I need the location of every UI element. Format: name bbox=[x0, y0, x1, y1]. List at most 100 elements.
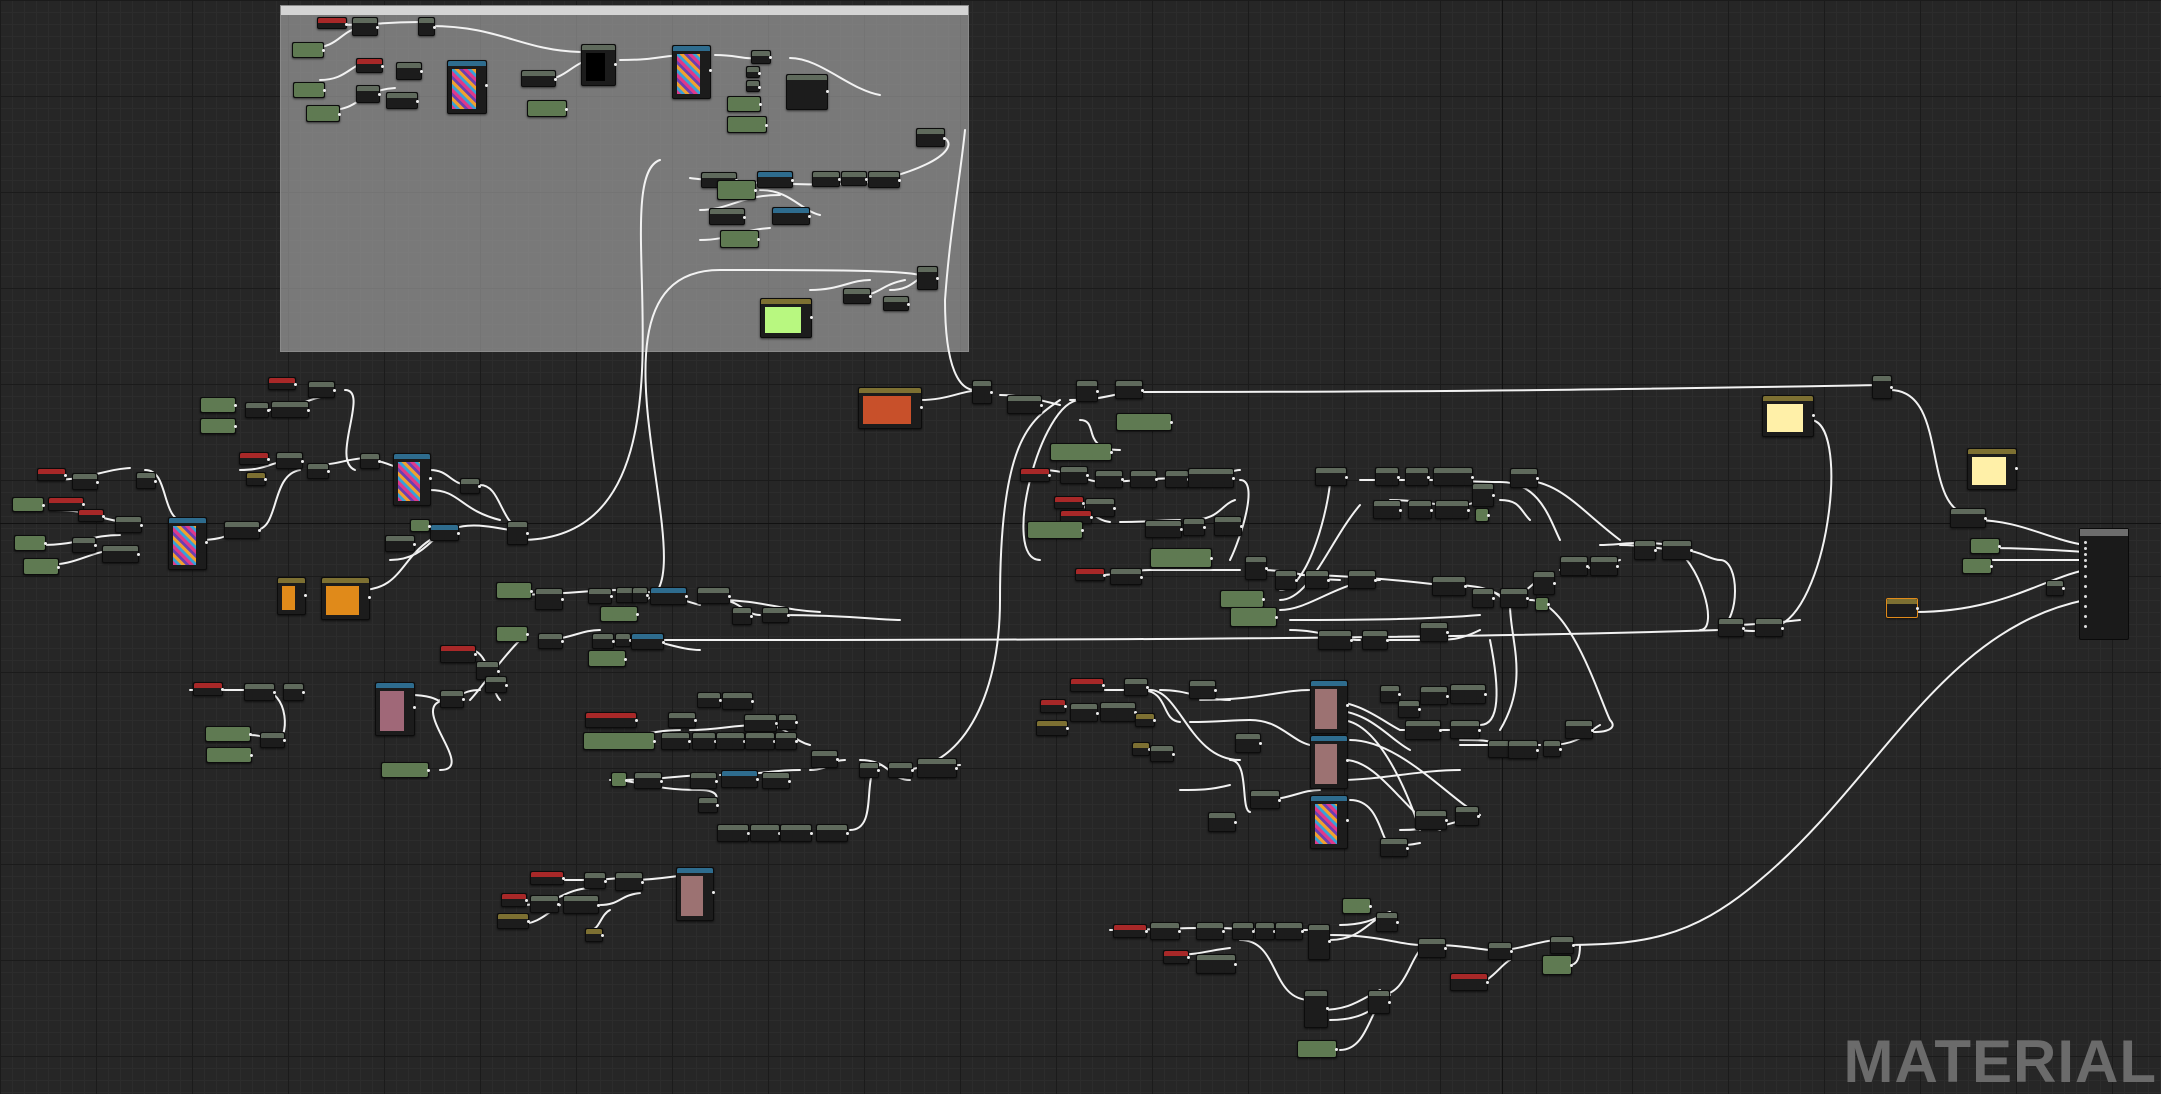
math-node[interactable] bbox=[859, 762, 880, 778]
constant-node[interactable] bbox=[611, 772, 628, 787]
scalar-parameter-node[interactable] bbox=[277, 577, 307, 615]
math-node[interactable] bbox=[1375, 467, 1400, 486]
math-node[interactable] bbox=[615, 872, 644, 891]
math-node[interactable] bbox=[1550, 936, 1575, 954]
constant-node[interactable] bbox=[292, 42, 325, 58]
constant-node[interactable] bbox=[200, 397, 237, 413]
math-node[interactable] bbox=[440, 690, 465, 708]
math-node[interactable] bbox=[1007, 395, 1043, 414]
constant-node[interactable] bbox=[410, 519, 431, 532]
math-node[interactable] bbox=[1275, 922, 1304, 940]
constant-node[interactable] bbox=[206, 747, 253, 763]
math-node[interactable] bbox=[709, 208, 746, 225]
math-node[interactable] bbox=[592, 633, 615, 649]
input-pin[interactable] bbox=[2084, 541, 2087, 544]
math-node[interactable] bbox=[843, 288, 872, 304]
math-node[interactable] bbox=[1560, 556, 1589, 576]
math-node[interactable] bbox=[72, 537, 97, 553]
math-node[interactable] bbox=[1405, 720, 1442, 740]
parameter-node[interactable] bbox=[501, 893, 528, 907]
parameter-node[interactable] bbox=[1163, 950, 1190, 964]
math-node[interactable] bbox=[716, 732, 746, 750]
constant-node[interactable] bbox=[583, 732, 656, 750]
math-node[interactable] bbox=[283, 683, 305, 701]
math-node[interactable] bbox=[811, 750, 839, 768]
math-node[interactable] bbox=[972, 380, 993, 404]
math-node[interactable] bbox=[588, 588, 613, 604]
math-node[interactable] bbox=[1455, 806, 1480, 826]
constant-node[interactable] bbox=[1342, 898, 1372, 914]
parameter-node[interactable] bbox=[1054, 496, 1085, 509]
input-pin[interactable] bbox=[2084, 559, 2087, 562]
math-node[interactable] bbox=[841, 171, 868, 186]
math-node[interactable] bbox=[632, 587, 649, 603]
math-node[interactable] bbox=[1308, 924, 1331, 960]
math-node[interactable] bbox=[1408, 500, 1433, 519]
math-node[interactable] bbox=[1472, 588, 1495, 608]
parameter-node[interactable] bbox=[239, 452, 270, 465]
math-node[interactable] bbox=[271, 401, 310, 418]
math-node[interactable] bbox=[1208, 812, 1237, 832]
constant-node[interactable] bbox=[600, 606, 639, 622]
material-result-node[interactable] bbox=[2079, 528, 2129, 640]
math-node[interactable] bbox=[1718, 618, 1745, 637]
constant-node[interactable] bbox=[720, 230, 760, 248]
math-node[interactable] bbox=[115, 516, 143, 533]
math-node[interactable] bbox=[1420, 686, 1449, 705]
math-node[interactable] bbox=[1305, 570, 1330, 589]
math-node[interactable] bbox=[385, 535, 416, 552]
constant-node[interactable] bbox=[1475, 508, 1490, 522]
reroute-node[interactable] bbox=[746, 66, 761, 78]
math-node[interactable] bbox=[1433, 467, 1474, 486]
math-node[interactable] bbox=[1315, 467, 1348, 486]
math-node[interactable] bbox=[276, 452, 304, 469]
math-node[interactable] bbox=[690, 772, 718, 789]
math-node[interactable] bbox=[1362, 630, 1389, 650]
math-node[interactable] bbox=[1196, 954, 1237, 974]
math-node[interactable] bbox=[692, 732, 717, 750]
math-node[interactable] bbox=[1245, 556, 1268, 580]
constant-node[interactable] bbox=[1970, 538, 2001, 554]
math-node[interactable] bbox=[1235, 733, 1262, 753]
math-node[interactable] bbox=[631, 633, 665, 650]
math-node[interactable] bbox=[1398, 700, 1421, 718]
math-node[interactable] bbox=[530, 895, 560, 913]
math-node[interactable] bbox=[697, 692, 722, 708]
math-node[interactable] bbox=[1435, 500, 1470, 519]
parameter-node[interactable] bbox=[317, 17, 348, 29]
math-node[interactable] bbox=[1304, 990, 1329, 1028]
input-pin[interactable] bbox=[2084, 595, 2087, 598]
parameter-node[interactable] bbox=[268, 377, 297, 390]
math-node[interactable] bbox=[538, 633, 564, 649]
math-node[interactable] bbox=[1950, 508, 1987, 528]
input-pin[interactable] bbox=[2084, 565, 2087, 568]
math-node[interactable] bbox=[1188, 468, 1235, 488]
constant-node[interactable] bbox=[23, 558, 60, 575]
constant-node[interactable] bbox=[1150, 548, 1213, 568]
math-node[interactable] bbox=[584, 872, 607, 889]
selected-constant-node[interactable] bbox=[1886, 598, 1919, 618]
parameter-node[interactable] bbox=[356, 58, 384, 73]
reroute-node[interactable] bbox=[751, 50, 772, 64]
math-node[interactable] bbox=[1510, 468, 1539, 488]
math-node[interactable] bbox=[816, 824, 849, 842]
math-node[interactable] bbox=[1420, 622, 1449, 642]
constant-node[interactable] bbox=[1297, 1040, 1338, 1058]
lerp-node[interactable] bbox=[786, 74, 829, 110]
math-node[interactable] bbox=[1405, 467, 1430, 486]
math-node[interactable] bbox=[224, 521, 261, 539]
math-node[interactable] bbox=[307, 463, 330, 479]
math-node[interactable] bbox=[1755, 618, 1784, 637]
math-node[interactable] bbox=[1070, 703, 1099, 722]
math-node[interactable] bbox=[1500, 588, 1529, 608]
math-node[interactable] bbox=[1165, 470, 1190, 488]
math-node[interactable] bbox=[1432, 576, 1467, 596]
constant-node[interactable] bbox=[1962, 558, 1993, 574]
vector-parameter-node[interactable] bbox=[760, 298, 813, 338]
constant-node[interactable] bbox=[14, 535, 47, 551]
parameter-node[interactable] bbox=[440, 645, 477, 663]
math-node[interactable] bbox=[888, 762, 914, 778]
math-node[interactable] bbox=[1196, 922, 1225, 940]
math-node[interactable] bbox=[762, 607, 790, 623]
constant-node[interactable] bbox=[1027, 521, 1084, 539]
